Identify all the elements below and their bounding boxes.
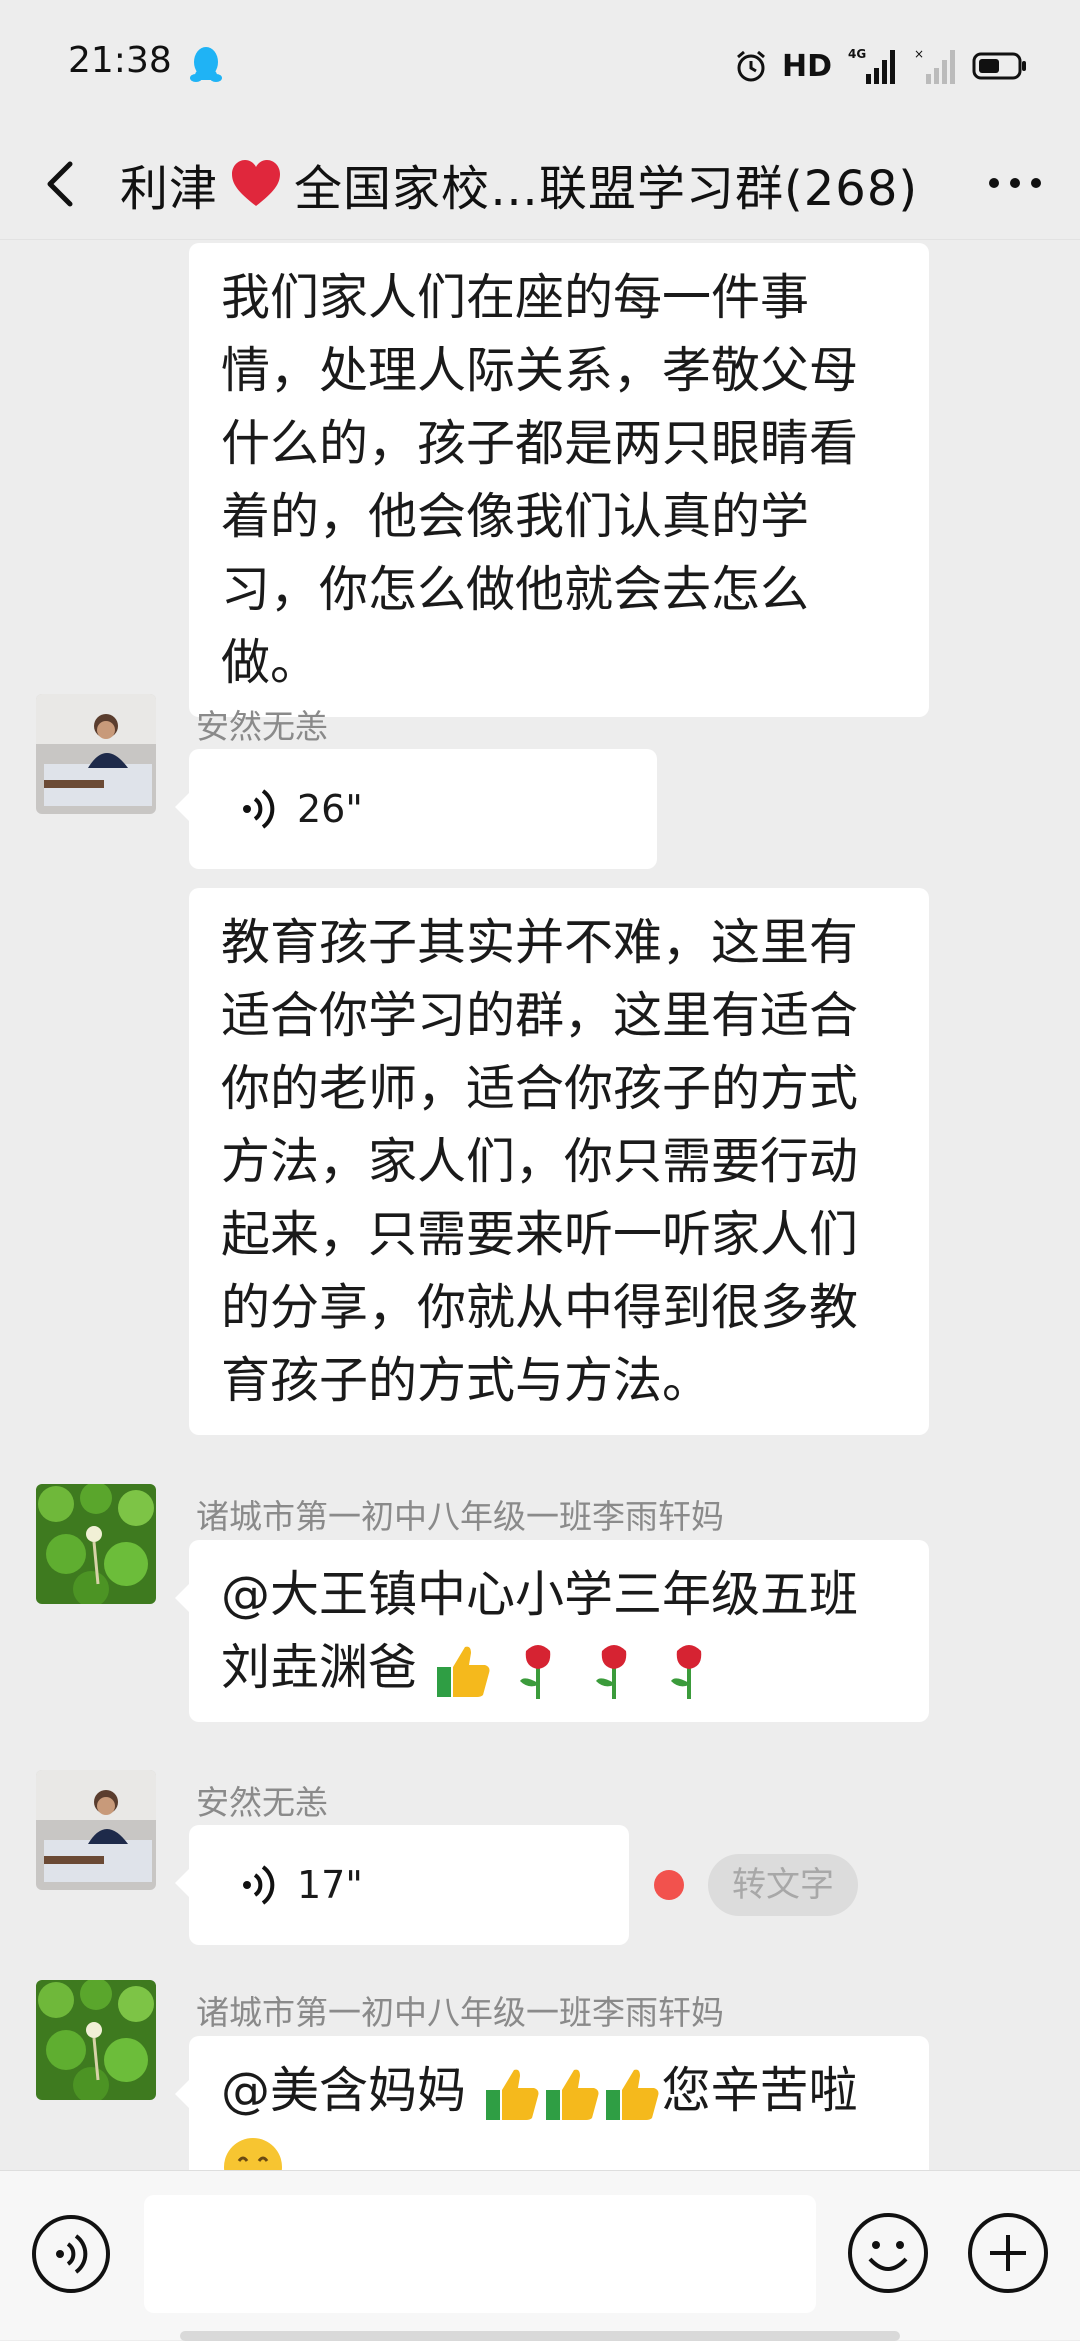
group-title: 利津 全国家校…联盟学习群(268) — [120, 152, 919, 217]
voice-duration: 17" — [297, 1862, 363, 1907]
clover-photo-icon — [36, 1980, 156, 2100]
smile-emoji-icon — [224, 2137, 282, 2170]
voice-wave-icon — [243, 789, 275, 829]
input-bar — [0, 2170, 1080, 2341]
qq-icon — [190, 47, 222, 82]
chat-header: 利津 全国家校…联盟学习群(268) — [0, 128, 1080, 240]
sender-name: 诸城市第一初中八年级一班李雨轩妈 — [196, 1497, 724, 1536]
message-input[interactable] — [144, 2195, 816, 2313]
clover-photo-icon — [36, 1484, 156, 1604]
message-bubble[interactable]: @美含妈妈 您辛苦啦 — [175, 2036, 929, 2170]
avatar[interactable] — [36, 694, 156, 814]
child-photo-icon — [36, 1770, 156, 1890]
hd-indicator: HD — [781, 48, 832, 84]
back-arrow-icon[interactable] — [38, 142, 82, 226]
thumbs-up-icon — [436, 1646, 490, 1697]
svg-text:×: × — [914, 47, 924, 61]
rose-icon — [595, 1644, 626, 1699]
rose-icon — [671, 1644, 702, 1699]
message-text: 我们家人们在座的每一件事情，处理人际关系，孝敬父母什么的，孩子都是两只眼睛看着的… — [221, 269, 859, 691]
message-text-suffix: 您辛苦啦 — [661, 2062, 858, 2119]
message-bubble[interactable]: @大王镇中心小学三年级五班刘垚渊爸 — [175, 1540, 929, 1722]
rose-icon — [520, 1644, 551, 1699]
heart-icon — [232, 160, 281, 206]
group-title-prefix: 利津 — [120, 161, 219, 217]
convert-to-text-button[interactable]: 转文字 — [708, 1854, 858, 1916]
signal-4g-icon: 4G — [848, 47, 895, 84]
group-title-text: 全国家校…联盟学习群(268) — [294, 161, 919, 217]
sender-name: 安然无恙 — [196, 707, 328, 746]
voice-message[interactable]: 26" — [175, 749, 657, 869]
alarm-icon — [737, 50, 765, 82]
message-text-prefix: @美含妈妈 — [221, 2062, 467, 2119]
unread-dot — [654, 1870, 684, 1900]
voice-wave-icon — [243, 1865, 275, 1905]
avatar[interactable] — [36, 1484, 156, 1604]
svg-text:4G: 4G — [848, 47, 866, 61]
battery-icon — [972, 52, 1026, 80]
voice-duration: 26" — [297, 786, 363, 831]
thumbs-up-icon — [605, 2069, 659, 2120]
signal-sim2-icon: × — [914, 47, 955, 84]
sender-name: 诸城市第一初中八年级一班李雨轩妈 — [196, 1993, 724, 2032]
status-bar: 21:38 HD 4G × — [0, 0, 1080, 128]
message-bubble[interactable]: 教育孩子其实并不难，这里有适合你学习的群，这里有适合你的老师，适合你孩子的方式方… — [189, 888, 929, 1435]
avatar[interactable] — [36, 1980, 156, 2100]
message-bubble[interactable]: 我们家人们在座的每一件事情，处理人际关系，孝敬父母什么的，孩子都是两只眼睛看着的… — [189, 243, 929, 717]
avatar[interactable] — [36, 1770, 156, 1890]
plus-icon[interactable] — [966, 2211, 1050, 2295]
status-time: 21:38 — [68, 40, 172, 81]
message-list[interactable]: 我们家人们在座的每一件事情，处理人际关系，孝敬父母什么的，孩子都是两只眼睛看着的… — [0, 240, 1080, 2170]
more-options-icon[interactable] — [980, 158, 1050, 208]
emoji-icon[interactable] — [846, 2211, 930, 2295]
message-text: 教育孩子其实并不难，这里有适合你学习的群，这里有适合你的老师，适合你孩子的方式方… — [221, 914, 859, 1409]
thumbs-up-icon — [485, 2069, 539, 2120]
thumbs-up-icon — [545, 2069, 599, 2120]
sender-name: 安然无恙 — [196, 1783, 328, 1822]
voice-message[interactable]: 17" — [175, 1825, 629, 1945]
status-indicators: HD 4G × — [734, 44, 1028, 88]
voice-input-icon[interactable] — [30, 2213, 112, 2295]
child-photo-icon — [36, 694, 156, 814]
